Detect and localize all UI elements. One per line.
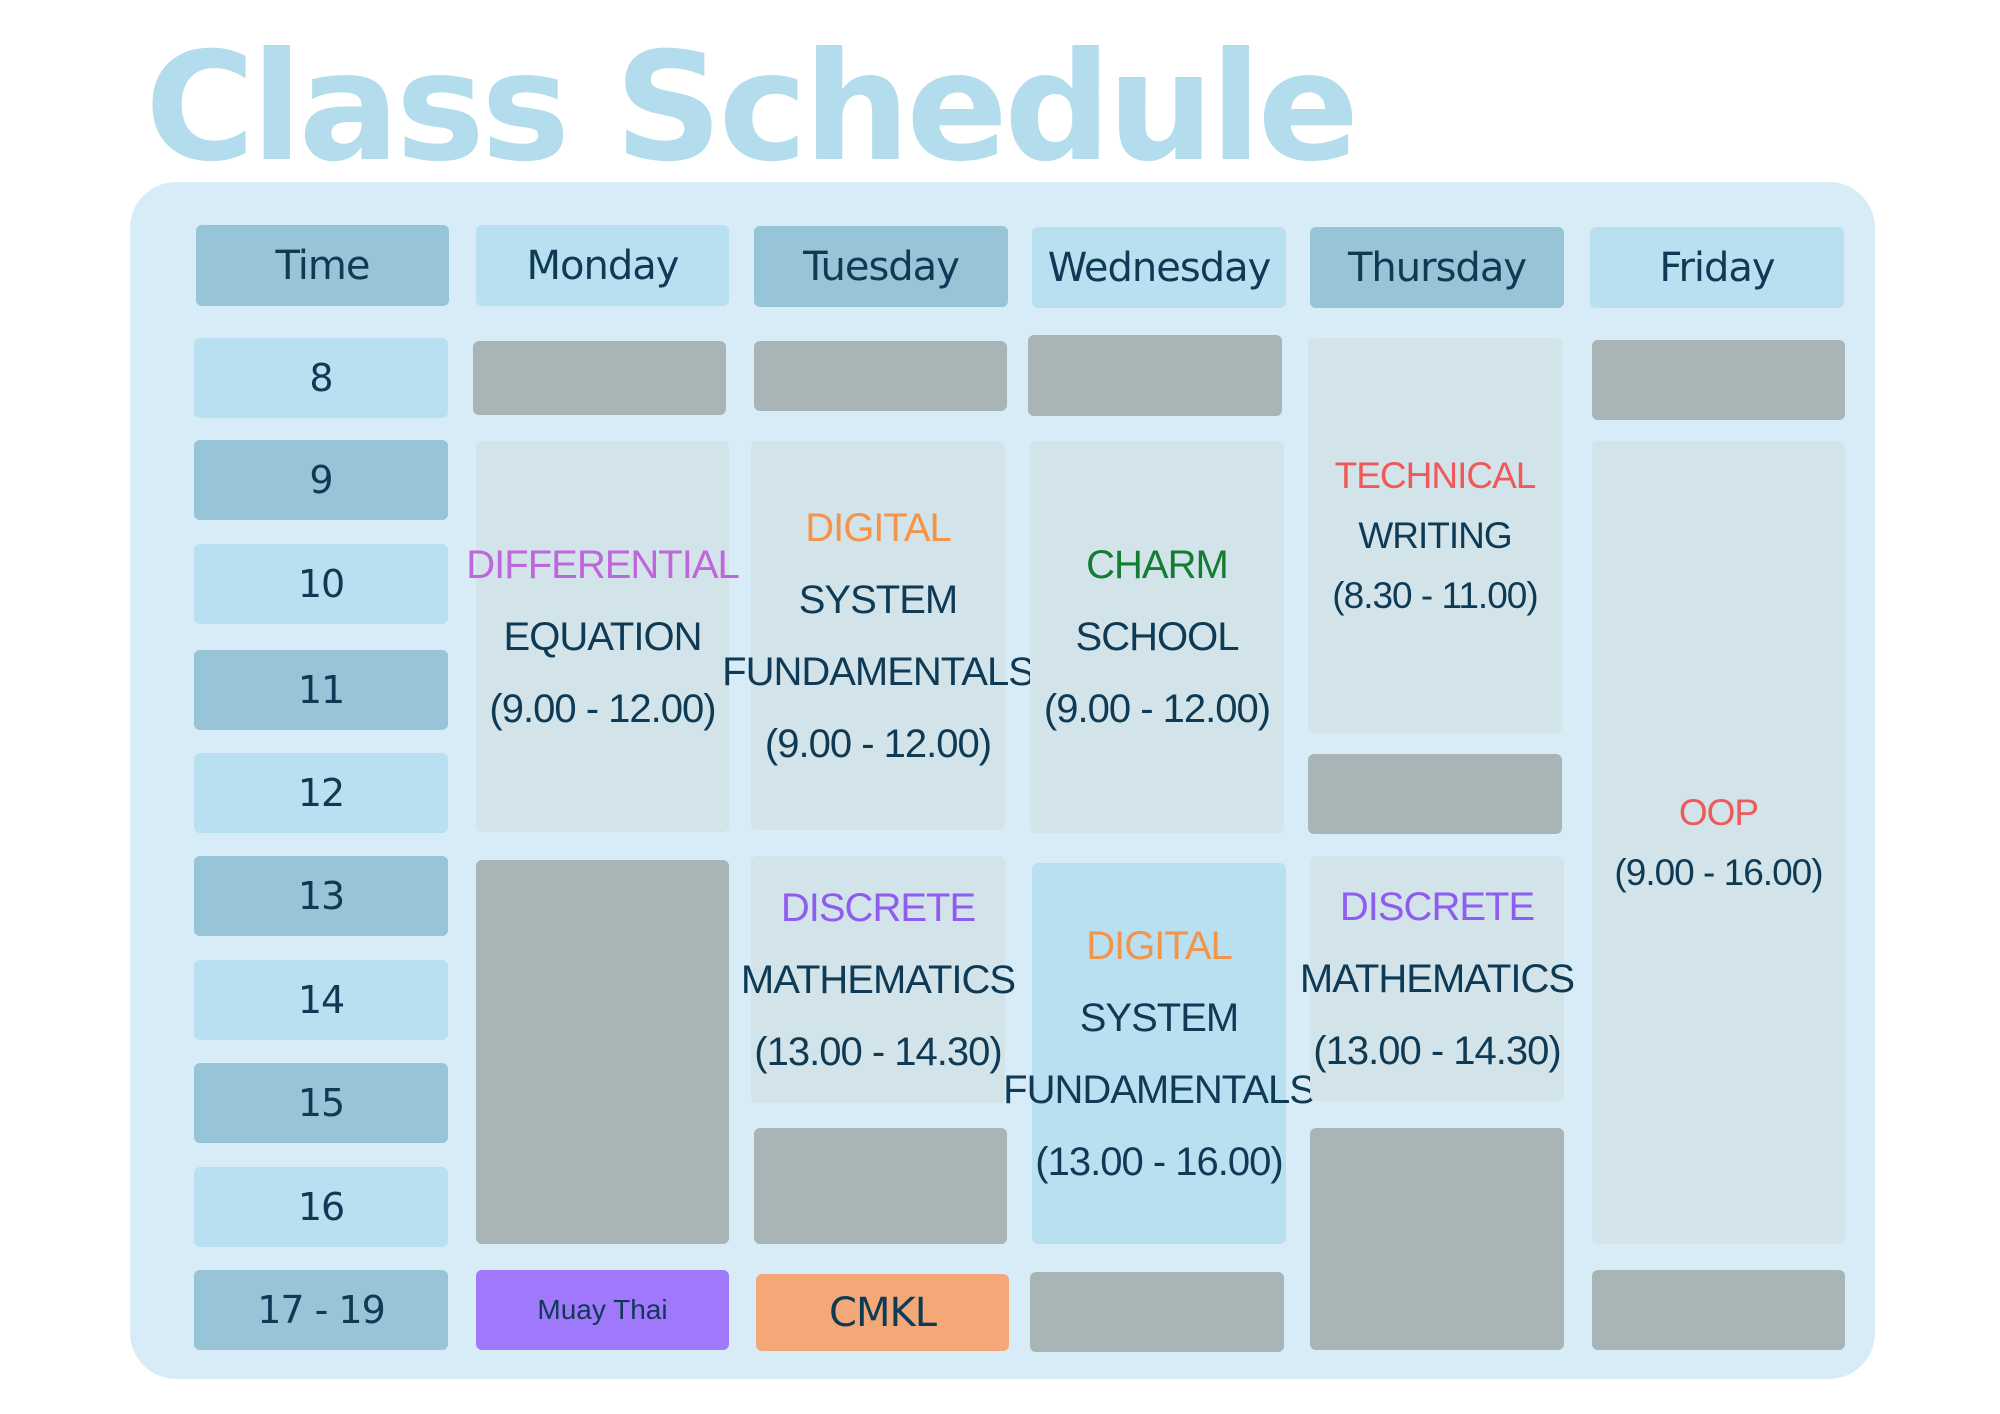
header-wednesday: Wednesday (1032, 227, 1286, 308)
course-name-accent: CHARM (1086, 543, 1229, 587)
monday-free-afternoon (476, 860, 729, 1244)
course-name-2: FUNDAMENTALS (722, 649, 1035, 694)
course-name: WRITING (1358, 514, 1512, 556)
course-time: (13.00 - 14.30) (754, 1029, 1002, 1074)
header-monday: Monday (476, 225, 729, 306)
time-11: 11 (194, 650, 448, 730)
course-name: EQUATION (503, 614, 703, 659)
course-time: (13.00 - 16.00) (1035, 1139, 1283, 1184)
header-friday: Friday (1590, 227, 1844, 308)
course-time: (9.00 - 12.00) (1043, 687, 1271, 731)
monday-muay-thai[interactable]: Muay Thai (476, 1270, 729, 1350)
friday-oop[interactable]: OOP (9.00 - 16.00) (1592, 441, 1845, 1244)
course-name-accent: DIFFERENTIAL (466, 542, 739, 587)
course-name-accent: DIGITAL (1086, 923, 1233, 968)
course-name-accent: OOP (1678, 791, 1759, 833)
time-12: 12 (194, 753, 448, 833)
course-name: MATHEMATICS (740, 957, 1016, 1002)
header-tuesday: Tuesday (754, 226, 1008, 307)
time-9: 9 (194, 440, 448, 520)
course-time: (13.00 - 14.30) (1313, 1028, 1561, 1073)
wednesday-digital-system-fundamentals[interactable]: DIGITAL SYSTEM FUNDAMENTALS (13.00 - 16.… (1003, 863, 1316, 1244)
tuesday-digital-system-fundamentals[interactable]: DIGITAL SYSTEM FUNDAMENTALS (9.00 - 12.0… (722, 441, 1035, 830)
tuesday-free-8 (754, 341, 1007, 411)
time-13: 13 (194, 856, 448, 936)
course-name: SCHOOL (1075, 615, 1240, 659)
schedule-panel: Time Monday Tuesday Wednesday Thursday F… (130, 182, 1875, 1379)
time-16: 16 (194, 1167, 448, 1247)
course-name: MATHEMATICS (1299, 956, 1575, 1001)
wednesday-free-8 (1028, 335, 1282, 416)
tuesday-cmkl[interactable]: CMKL (756, 1274, 1009, 1351)
thursday-free-12 (1308, 754, 1562, 834)
wednesday-charm-school[interactable]: CHARM SCHOOL (9.00 - 12.00) (1030, 441, 1284, 833)
time-14: 14 (194, 960, 448, 1040)
course-name-2: FUNDAMENTALS (1003, 1067, 1316, 1112)
thursday-free-afternoon (1310, 1128, 1564, 1350)
page-title: Class Schedule (145, 21, 1359, 195)
monday-free-8 (473, 341, 726, 415)
monday-differential-equation[interactable]: DIFFERENTIAL EQUATION (9.00 - 12.00) (466, 441, 740, 832)
course-name: SYSTEM (798, 577, 958, 622)
course-name: SYSTEM (1079, 995, 1239, 1040)
course-name-accent: TECHNICAL (1334, 454, 1537, 496)
friday-free-evening (1592, 1270, 1845, 1350)
header-time: Time (196, 225, 449, 306)
friday-free-8 (1592, 340, 1845, 420)
wednesday-free-evening (1030, 1272, 1284, 1352)
thursday-technical-writing[interactable]: TECHNICAL WRITING (8.30 - 11.00) (1308, 338, 1562, 733)
course-time: (9.00 - 12.00) (489, 686, 716, 731)
course-name-accent: DIGITAL (805, 505, 952, 550)
tuesday-free-afternoon (754, 1128, 1007, 1244)
course-time: (8.30 - 11.00) (1332, 574, 1538, 616)
course-time: (9.00 - 12.00) (764, 721, 992, 766)
header-thursday: Thursday (1310, 227, 1564, 308)
time-10: 10 (194, 544, 448, 624)
course-name-accent: DISCRETE (1339, 884, 1535, 929)
time-17-19: 17 - 19 (194, 1270, 448, 1350)
course-time: (9.00 - 16.00) (1614, 851, 1823, 893)
course-name-accent: DISCRETE (780, 885, 976, 930)
thursday-discrete-mathematics[interactable]: DISCRETE MATHEMATICS (13.00 - 14.30) (1300, 856, 1575, 1101)
time-8: 8 (194, 338, 448, 418)
tuesday-discrete-mathematics[interactable]: DISCRETE MATHEMATICS (13.00 - 14.30) (741, 856, 1016, 1103)
time-15: 15 (194, 1063, 448, 1143)
